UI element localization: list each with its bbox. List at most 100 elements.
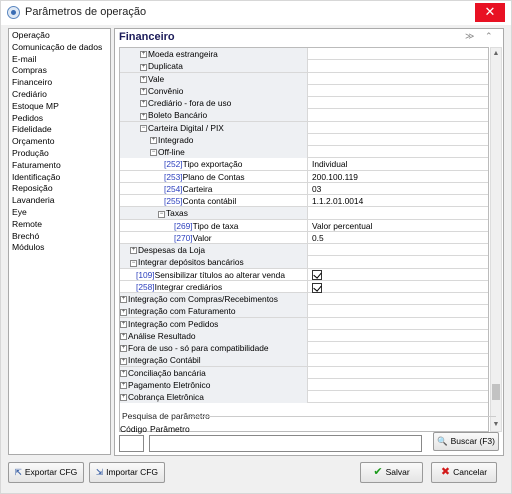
parameter-value-cell[interactable] [309,391,312,403]
parameter-value-cell[interactable] [309,244,312,256]
sidebar-item[interactable]: Fidelidade [12,124,107,136]
expand-icon[interactable]: + [120,369,127,377]
parameter-row[interactable]: [269]Tipo de taxa Valor percentual [120,219,488,232]
parameter-row[interactable]: + Cobrança Eletrônica [120,391,488,404]
expand-icon[interactable]: + [150,137,157,145]
parameter-value-cell[interactable]: 200.100.119 [309,171,358,183]
sidebar-item[interactable]: Compras [12,65,107,77]
sidebar-item[interactable]: Brechó [12,231,107,243]
expand-icon[interactable]: + [120,320,127,328]
parameter-row[interactable]: − Carteira Digital / PIX [120,121,488,134]
save-button[interactable]: ✔ Salvar [360,462,423,483]
parameter-row[interactable]: + Pagamento Eletrônico [120,378,488,391]
parameter-value-cell[interactable] [309,85,312,97]
expand-icon[interactable]: + [120,308,127,316]
parameter-value-cell[interactable] [309,73,312,85]
import-cfg-button[interactable]: ⇲ Importar CFG [89,462,165,483]
sidebar-item[interactable]: Reposição [12,183,107,195]
scroll-up-arrow-icon[interactable]: ▲ [491,48,501,60]
parameter-value-cell[interactable] [309,146,312,158]
parameter-value-cell[interactable] [309,122,312,134]
vertical-scrollbar[interactable]: ▲ ▼ [490,47,502,432]
sidebar-item[interactable]: Crediário [12,89,107,101]
expand-icon[interactable]: + [140,100,147,108]
parameter-value-cell[interactable]: 0.5 [309,232,324,244]
parameter-value-cell[interactable] [309,97,312,109]
sidebar-item[interactable]: Estoque MP [12,101,107,113]
parameter-row[interactable]: − Taxas [120,207,488,220]
parameter-row[interactable]: + Convênio [120,84,488,97]
expand-icon[interactable]: + [120,345,127,353]
parameter-row[interactable]: + Crediário - fora de uso [120,97,488,110]
parameter-value-cell[interactable] [309,134,312,146]
parameter-row[interactable]: + Integração com Faturamento [120,305,488,318]
parameter-value-cell[interactable] [309,367,312,379]
sidebar-item[interactable]: Lavanderia [12,195,107,207]
parameter-row[interactable]: [252]Tipo exportação Individual [120,158,488,171]
collapse-node-icon[interactable]: − [130,259,137,267]
expand-icon[interactable]: + [120,333,127,341]
parameter-row[interactable]: − Integrar depósitos bancários [120,256,488,269]
parameter-value-cell[interactable] [309,354,312,366]
sidebar-item[interactable]: Orçamento [12,136,107,148]
parameter-value-cell[interactable] [309,60,312,72]
sidebar-item[interactable]: Comunicação de dados [12,42,107,54]
parameter-row[interactable]: − Off-line [120,146,488,159]
parameter-row[interactable]: + Despesas da Loja [120,244,488,257]
checkbox-checked[interactable] [312,270,322,281]
parameter-value-cell[interactable] [309,305,312,317]
checkbox-checked[interactable] [312,282,322,293]
parameter-value-cell[interactable]: 03 [309,183,321,195]
parameter-value-cell[interactable] [309,342,312,354]
parameter-value-cell[interactable]: 1.1.2.01.0014 [309,195,363,207]
sidebar-item[interactable]: Produção [12,148,107,160]
parameter-value-cell[interactable] [309,318,312,330]
expand-icon[interactable]: + [120,394,127,402]
parameter-value-cell[interactable] [309,330,312,342]
parameter-row[interactable]: + Duplicata [120,60,488,73]
expand-icon[interactable]: + [140,88,147,96]
parameter-value-cell[interactable] [309,293,312,305]
parameter-row[interactable]: + Integração Contábil [120,354,488,367]
parameter-row[interactable]: + Moeda estrangeira [120,48,488,61]
parameter-value-cell[interactable] [309,48,312,60]
sidebar-item[interactable]: Módulos [12,242,107,254]
expand-icon[interactable]: + [140,112,147,120]
sidebar-item[interactable]: Faturamento [12,160,107,172]
expand-icon[interactable]: + [120,357,127,365]
expand-icon[interactable]: + [140,63,147,71]
parameter-value-cell[interactable] [309,281,322,293]
parameter-value-cell[interactable]: Valor percentual [309,220,372,232]
parameter-row[interactable]: [109]Sensibilizar títulos ao alterar ven… [120,268,488,281]
expand-icon[interactable]: + [140,75,147,83]
expand-icon[interactable]: + [120,296,127,304]
parameter-row[interactable]: [255]Conta contábil 1.1.2.01.0014 [120,195,488,208]
parameter-row[interactable]: + Boleto Bancário [120,109,488,122]
parameter-row[interactable]: [258]Integrar crediários [120,280,488,293]
scroll-thumb[interactable] [492,384,500,400]
sidebar-item[interactable]: Financeiro [12,77,107,89]
category-list[interactable]: Operação Comunicação de dados E-mail Compra… [8,28,111,455]
parameter-row[interactable]: [253]Plano de Contas 200.100.119 [120,170,488,183]
sidebar-item[interactable]: Eye [12,207,107,219]
collapse-node-icon[interactable]: − [140,124,147,132]
parameter-value-cell[interactable] [309,207,312,219]
expand-icon[interactable]: + [130,247,137,255]
code-input[interactable] [119,435,144,452]
parameter-row[interactable]: + Vale [120,72,488,85]
cancel-button[interactable]: ✖ Cancelar [431,462,497,483]
sidebar-item[interactable]: E-mail [12,54,107,66]
collapse-node-icon[interactable]: − [158,210,165,218]
parameter-row[interactable]: + Conciliação bancária [120,366,488,379]
sidebar-item[interactable]: Operação [12,30,107,42]
search-button[interactable]: 🔍 Buscar (F3) [433,432,499,451]
sidebar-item[interactable]: Pedidos [12,113,107,125]
parameter-grid[interactable]: + Moeda estrangeira + Duplicata + Vale + Convên… [119,47,489,432]
parameter-row[interactable]: + Integrado [120,133,488,146]
expand-icon[interactable]: + [120,382,127,390]
parameter-row[interactable]: + Integração com Pedidos [120,317,488,330]
parameter-input[interactable] [149,435,422,452]
parameter-value-cell[interactable] [309,109,312,121]
parameter-value-cell[interactable] [309,379,312,391]
parameter-value-cell[interactable]: Individual [309,158,347,170]
